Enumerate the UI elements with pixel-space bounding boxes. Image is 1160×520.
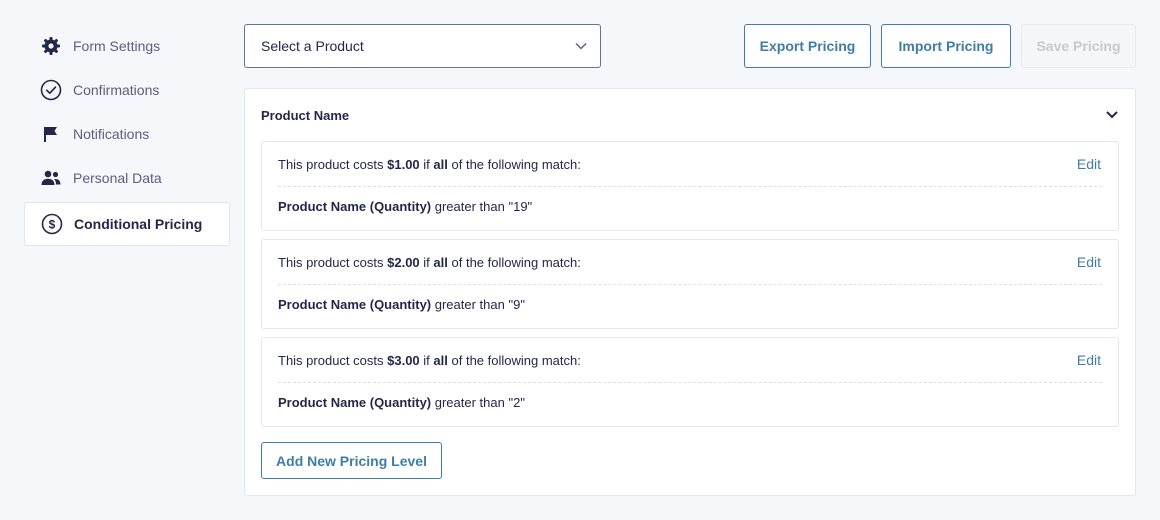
rule-price: $3.00: [387, 352, 420, 368]
svg-text:$: $: [49, 217, 56, 231]
pricing-rule-summary: This product costs $2.00 if all of the f…: [278, 255, 581, 270]
condition-value: "19": [508, 199, 533, 214]
pricing-rule-condition: Product Name (Quantity) greater than "19…: [278, 199, 532, 214]
panel-title: Product Name: [261, 108, 350, 123]
pricing-rule-summary: This product costs $1.00 if all of the f…: [278, 157, 581, 172]
condition-operator: greater than: [434, 199, 505, 214]
condition-value: "9": [508, 297, 525, 312]
settings-sidebar: Form Settings Confirmations Notification…: [24, 24, 230, 246]
dollar-circle-icon: $: [41, 213, 63, 235]
rule-suffix: of the following match:: [451, 352, 581, 368]
sidebar-item-conditional-pricing[interactable]: $ Conditional Pricing: [24, 202, 230, 246]
condition-value: "2": [508, 395, 525, 410]
sidebar-item-notifications[interactable]: Notifications: [24, 112, 230, 156]
pricing-rule: This product costs $1.00 if all of the f…: [261, 141, 1119, 231]
sidebar-item-label: Conditional Pricing: [74, 216, 203, 232]
chevron-down-icon[interactable]: [1105, 108, 1119, 127]
gear-icon: [40, 35, 62, 57]
edit-rule-link[interactable]: Edit: [1077, 352, 1101, 368]
sidebar-item-label: Form Settings: [73, 38, 161, 54]
pricing-rule-header: This product costs $3.00 if all of the f…: [278, 338, 1102, 383]
edit-rule-link[interactable]: Edit: [1077, 254, 1101, 270]
sidebar-item-personal-data[interactable]: Personal Data: [24, 156, 230, 200]
condition-operator: greater than: [434, 297, 505, 312]
condition-field: Product Name (Quantity): [278, 297, 432, 312]
flag-icon: [40, 123, 62, 145]
rule-logic: all: [433, 254, 448, 270]
edit-rule-link[interactable]: Edit: [1077, 156, 1101, 172]
rule-price: $1.00: [387, 156, 420, 172]
pricing-rule-condition: Product Name (Quantity) greater than "2": [278, 395, 525, 410]
rule-mid: if: [423, 352, 430, 368]
sidebar-item-label: Confirmations: [73, 82, 160, 98]
rule-logic: all: [433, 156, 448, 172]
pricing-rule: This product costs $2.00 if all of the f…: [261, 239, 1119, 329]
sidebar-item-label: Personal Data: [73, 170, 162, 186]
product-select[interactable]: Select a Product: [244, 24, 601, 68]
condition-operator: greater than: [434, 395, 505, 410]
condition-field: Product Name (Quantity): [278, 395, 432, 410]
sidebar-item-label: Notifications: [73, 126, 150, 142]
pricing-rule-header: This product costs $1.00 if all of the f…: [278, 142, 1102, 187]
pricing-rule-condition: Product Name (Quantity) greater than "9": [278, 297, 525, 312]
sidebar-item-confirmations[interactable]: Confirmations: [24, 68, 230, 112]
rule-mid: if: [423, 254, 430, 270]
rule-logic: all: [433, 352, 448, 368]
rule-suffix: of the following match:: [451, 156, 581, 172]
chevron-down-icon: [574, 39, 588, 56]
pricing-panel: Product Name This product costs $1.00 if…: [244, 88, 1136, 496]
sidebar-item-form-settings[interactable]: Form Settings: [24, 24, 230, 68]
rule-prefix: This product costs: [278, 352, 384, 368]
pricing-rule-header: This product costs $2.00 if all of the f…: [278, 240, 1102, 285]
pricing-rule: This product costs $3.00 if all of the f…: [261, 337, 1119, 427]
users-icon: [40, 167, 62, 189]
export-pricing-button[interactable]: Export Pricing: [744, 24, 871, 68]
check-circle-icon: [40, 79, 62, 101]
rule-prefix: This product costs: [278, 254, 384, 270]
add-pricing-level-button[interactable]: Add New Pricing Level: [261, 442, 442, 479]
rule-mid: if: [423, 156, 430, 172]
rule-suffix: of the following match:: [451, 254, 581, 270]
product-select-value: Select a Product: [261, 38, 364, 54]
condition-field: Product Name (Quantity): [278, 199, 432, 214]
pricing-rule-summary: This product costs $3.00 if all of the f…: [278, 353, 581, 368]
rule-prefix: This product costs: [278, 156, 384, 172]
save-pricing-button[interactable]: Save Pricing: [1021, 24, 1136, 68]
import-pricing-button[interactable]: Import Pricing: [881, 24, 1011, 68]
rule-price: $2.00: [387, 254, 420, 270]
